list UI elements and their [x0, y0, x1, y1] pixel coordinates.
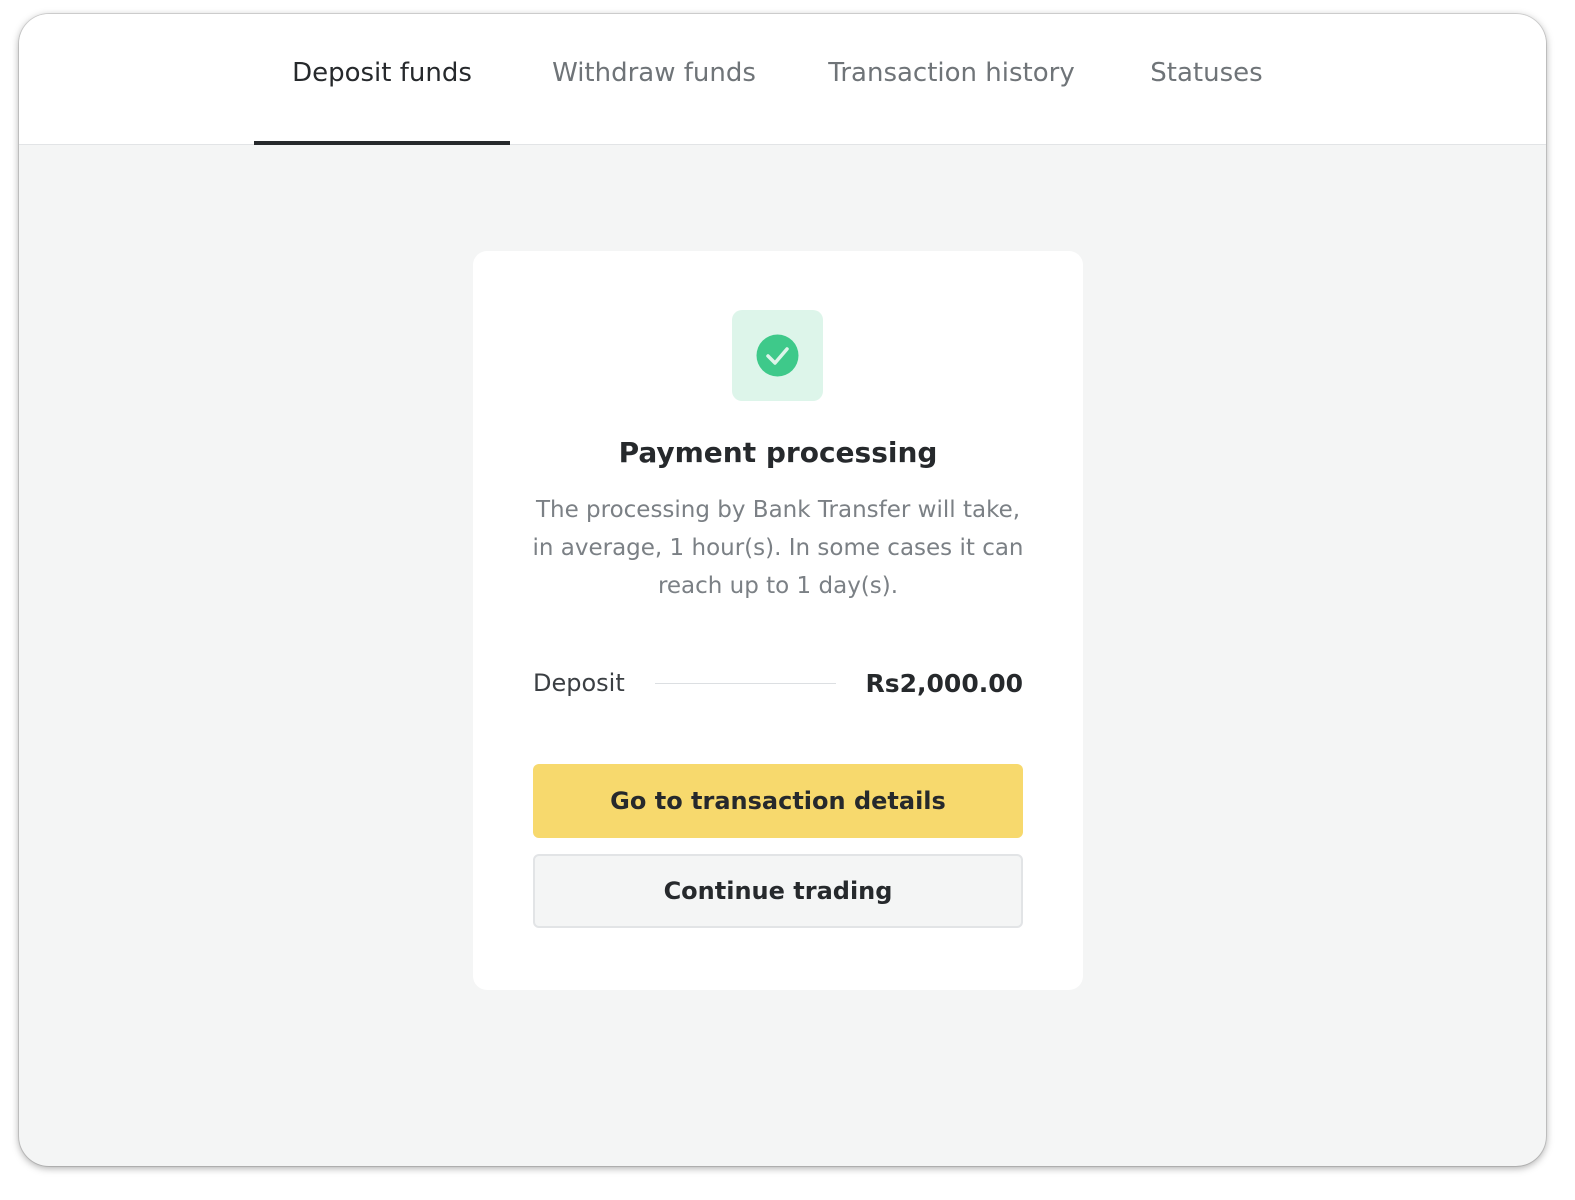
- tab-deposit-funds[interactable]: Deposit funds: [254, 14, 510, 145]
- tab-transaction-history[interactable]: Transaction history: [809, 14, 1094, 144]
- status-title: Payment processing: [618, 436, 938, 469]
- deposit-amount: Rs2,000.00: [865, 668, 1024, 698]
- check-circle-icon: [756, 334, 799, 377]
- app-window: Deposit funds Withdraw funds Transaction…: [19, 14, 1546, 1166]
- tab-label: Deposit funds: [292, 58, 472, 88]
- go-to-transaction-details-button[interactable]: Go to transaction details: [533, 764, 1023, 838]
- tab-label: Statuses: [1150, 58, 1263, 88]
- tab-withdraw-funds[interactable]: Withdraw funds: [529, 14, 779, 144]
- tab-bar: Deposit funds Withdraw funds Transaction…: [19, 14, 1546, 145]
- tab-statuses[interactable]: Statuses: [1129, 14, 1284, 144]
- tab-label: Withdraw funds: [552, 58, 756, 88]
- button-label: Continue trading: [663, 877, 893, 905]
- tab-label: Transaction history: [828, 58, 1075, 88]
- button-label: Go to transaction details: [610, 787, 946, 815]
- payment-status-card: Payment processing The processing by Ban…: [473, 251, 1083, 990]
- status-icon-box: [732, 310, 823, 401]
- deposit-label: Deposit: [533, 669, 625, 697]
- deposit-summary-row: Deposit Rs2,000.00: [533, 663, 1023, 703]
- status-description: The processing by Bank Transfer will tak…: [532, 497, 1024, 599]
- continue-trading-button[interactable]: Continue trading: [533, 854, 1023, 928]
- divider: [654, 682, 836, 684]
